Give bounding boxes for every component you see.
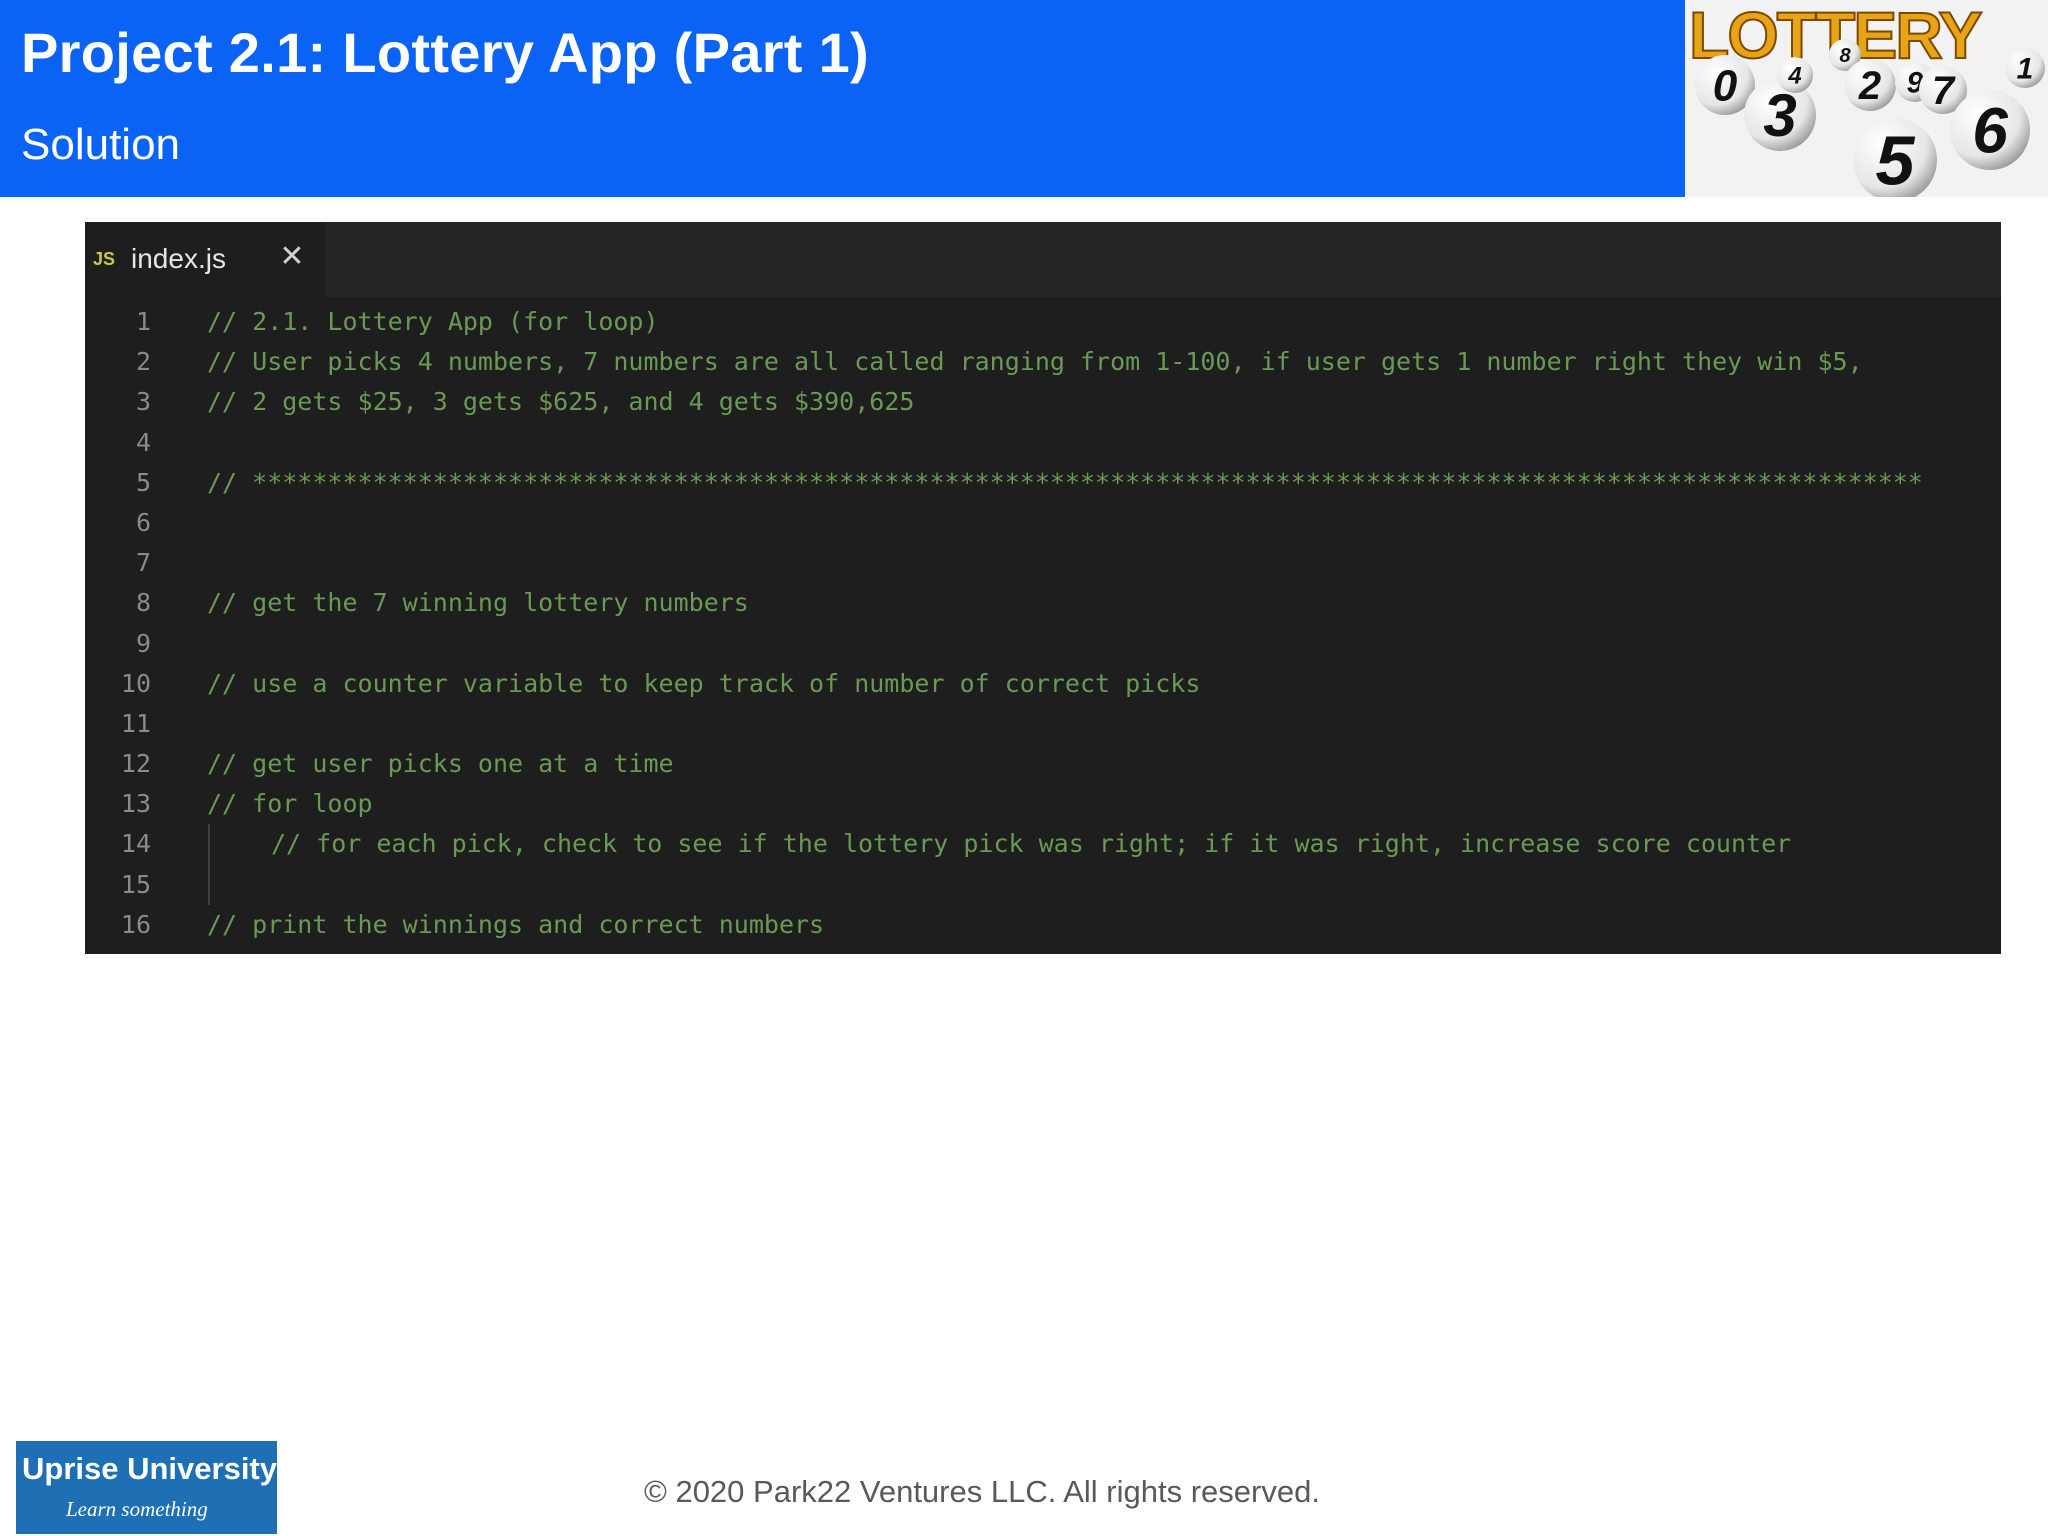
code-editor: JS index.js ✕ 1 // 2.1. Lottery App (for … (85, 222, 2001, 954)
ball-number: 8 (1839, 45, 1851, 67)
code-comment: // use a counter variable to keep track … (207, 668, 1201, 698)
code-line: 6 (85, 503, 2001, 543)
line-number: 16 (120, 909, 151, 939)
code-line: 9 (85, 624, 2001, 664)
code-comment: // get the 7 winning lottery numbers (207, 588, 749, 618)
line-number: 11 (120, 708, 151, 738)
ball-number: 2 (1858, 64, 1881, 108)
code-line: 11 (85, 704, 2001, 744)
ball-number: 6 (1972, 94, 2008, 166)
code-line: 8 // get the 7 winning lottery numbers (85, 583, 2001, 623)
code-comment: // 2.1. Lottery App (for loop) (207, 307, 659, 336)
lottery-ball: 1 (2005, 48, 2045, 88)
close-icon[interactable]: ✕ (277, 240, 307, 274)
code-line: 14 // for each pick, check to see if the … (85, 824, 2001, 865)
line-number: 1 (135, 307, 151, 336)
slide-subtitle: Solution (21, 120, 181, 169)
lottery-ball: 5 (1853, 118, 1937, 197)
line-number: 5 (135, 467, 151, 497)
line-number: 2 (135, 347, 151, 377)
slide-header: Project 2.1: Lottery App (Part 1) Soluti… (0, 0, 1685, 197)
editor-tab-bar: JS index.js ✕ (85, 222, 2001, 297)
slide-title: Project 2.1: Lottery App (Part 1) (21, 21, 869, 84)
line-number: 7 (135, 548, 151, 578)
code-comment: // for each pick, check to see if the lo… (271, 829, 1792, 859)
lottery-logo-image: LOTTERY 0348297156 (1685, 0, 2048, 197)
code-line: 3 // 2 gets $25, 3 gets $625, and 4 gets … (85, 382, 2001, 422)
ball-number: 5 (1876, 122, 1916, 198)
code-lines[interactable]: 1 // 2.1. Lottery App (for loop) 2 // User … (85, 302, 2001, 945)
lottery-ball: 6 (1950, 90, 2030, 170)
ball-number: 4 (1787, 62, 1801, 89)
code-line: 16 // print the winnings and correct numb… (85, 905, 2001, 945)
line-number: 6 (135, 507, 151, 537)
code-line: 10 // use a counter variable to keep trac… (85, 664, 2001, 704)
code-line: 2 // User picks 4 numbers, 7 numbers are … (85, 342, 2001, 382)
brand-tagline: Learn something (66, 1497, 208, 1521)
ball-number: 7 (1932, 69, 1956, 113)
code-line: 15 (85, 864, 2001, 905)
copyright-text: © 2020 Park22 Ventures LLC. All rights r… (644, 1474, 1320, 1509)
ball-number: 0 (1713, 61, 1738, 110)
code-line: 7 (85, 543, 2001, 583)
line-number: 9 (135, 628, 151, 658)
code-line: 13 // for loop (85, 784, 2001, 824)
line-number: 15 (120, 869, 151, 899)
code-comment: // for loop (207, 789, 373, 819)
line-number: 4 (135, 427, 151, 457)
code-line: 4 (85, 423, 2001, 463)
js-file-icon: JS (93, 249, 116, 269)
line-number: 14 (120, 829, 151, 859)
line-number: 8 (135, 588, 151, 618)
code-comment: // get user picks one at a time (207, 749, 674, 779)
line-number: 12 (120, 749, 151, 779)
brand-name: Uprise University (22, 1451, 277, 1486)
lottery-ball: 4 (1777, 57, 1813, 93)
tab-label: index.js (131, 243, 226, 274)
line-number: 13 (120, 789, 151, 819)
code-line: 1 // 2.1. Lottery App (for loop) (85, 302, 2001, 342)
code-comment: // 2 gets $25, 3 gets $625, and 4 gets $… (207, 387, 915, 417)
tab-index-js[interactable]: JS index.js ✕ (85, 222, 325, 297)
code-comment: // *************************************… (207, 467, 1923, 497)
code-comment: // print the winnings and correct number… (207, 909, 825, 939)
lottery-ball: 2 (1844, 59, 1896, 111)
uprise-university-logo: Uprise University Learn something (16, 1441, 277, 1534)
line-number: 3 (135, 387, 151, 417)
indent-guide (208, 864, 210, 905)
ball-number: 1 (2017, 53, 2034, 86)
code-line: 5 // ************************************… (85, 463, 2001, 503)
indent-guide (208, 824, 210, 865)
code-line: 12 // get user picks one at a time (85, 744, 2001, 784)
code-comment: // User picks 4 numbers, 7 numbers are a… (207, 347, 1863, 377)
line-number: 10 (120, 668, 151, 698)
